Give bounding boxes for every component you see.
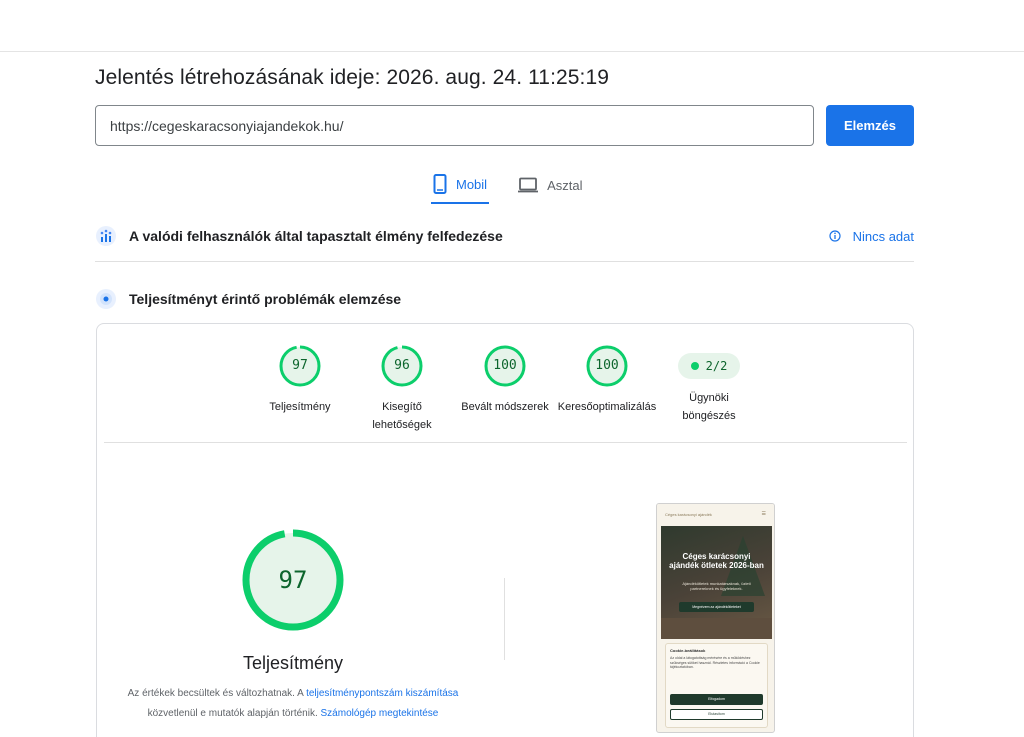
tab-desktop-label: Asztal — [547, 177, 583, 193]
screenshot-hero: Céges karácsonyi ajándék ötletek 2026-ba… — [661, 526, 772, 639]
menu-icon: ☰ — [761, 511, 766, 517]
performance-title: Teljesítmény — [242, 653, 344, 673]
score-value: 100 — [493, 358, 517, 373]
table-shape — [661, 618, 772, 639]
hero-subtitle: Ajándékötletek munkatársaknak, üzleti pa… — [682, 581, 751, 591]
users-chart-icon — [96, 226, 116, 246]
info-icon — [828, 230, 841, 242]
score-gauge: 100 — [483, 344, 527, 388]
section-divider — [95, 261, 914, 262]
top-bar — [0, 0, 1024, 52]
category-performance[interactable]: 97 Teljesítmény — [245, 344, 355, 416]
hero-button: Megnézem az ajándékötleteket — [679, 602, 754, 612]
cookie-reject-button: Elutasítom — [670, 709, 763, 720]
no-data-label: Nincs adat — [852, 228, 914, 244]
calculator-link[interactable]: Számológép megtekintése — [321, 708, 439, 719]
note-prefix: Az értékek becsültek és változhatnak. A — [127, 688, 304, 699]
tab-mobile[interactable]: Mobil — [431, 168, 490, 204]
category-label: Teljesítmény — [269, 401, 331, 413]
tab-desktop[interactable]: Asztal — [516, 168, 584, 202]
agent-score-value: 2/2 — [705, 359, 728, 373]
category-best-practices[interactable]: 100 Bevált módszerek — [450, 344, 560, 416]
field-data-title: A valódi felhasználók által tapasztalt é… — [129, 228, 503, 244]
tab-mobile-label: Mobil — [456, 176, 488, 192]
category-seo[interactable]: 100 Keresőoptimalizálás — [552, 344, 662, 416]
cookie-accept-button: Elfogadom — [670, 694, 763, 705]
score-value: 96 — [394, 358, 410, 373]
cookie-text: Az oldal a látogatottság mérésére és a m… — [670, 656, 760, 669]
url-input[interactable] — [95, 105, 814, 146]
cookie-title: Cookie-beállítások — [670, 648, 706, 653]
field-data-section: A valódi felhasználók által tapasztalt é… — [95, 221, 914, 251]
lab-diagnostics-icon — [96, 289, 116, 309]
pass-dot-icon — [690, 362, 699, 370]
cookie-banner: Cookie-beállítások Az oldal a látogatott… — [665, 643, 768, 728]
category-label: Ügynöki böngészés — [682, 392, 736, 422]
device-tabs: Mobil Asztal — [431, 168, 611, 204]
lab-data-section: Teljesítményt érintő problémák elemzése — [95, 284, 914, 314]
performance-gauge: 97 — [241, 528, 345, 632]
screenshot-site-name: Céges karácsonyi ajándék — [665, 511, 712, 517]
note-middle: közvetlenül e mutatók alapján történik. — [147, 708, 318, 719]
smartphone-icon — [433, 174, 447, 194]
score-gauge: 97 — [278, 344, 322, 388]
category-label: Keresőoptimalizálás — [557, 401, 657, 413]
agent-score-pill: 2/2 — [678, 353, 740, 379]
score-value: 100 — [595, 358, 619, 373]
category-accessibility[interactable]: 96 Kisegítő lehetőségek — [347, 344, 457, 434]
category-label: Bevált módszerek — [461, 401, 549, 413]
screenshot-header: Céges karácsonyi ajándék ☰ — [657, 504, 774, 524]
hero-title: Céges karácsonyi ajándék ötletek 2026-ba… — [669, 552, 764, 570]
vertical-divider — [504, 578, 505, 660]
score-calculation-link[interactable]: teljesítménypontszám kiszámítása — [306, 688, 458, 699]
category-label: Kisegítő lehetőségek — [372, 401, 432, 431]
performance-score: 97 — [278, 566, 308, 594]
report-timestamp: Jelentés létrehozásának ideje: 2026. aug… — [95, 66, 610, 89]
performance-footnote: Az értékek becsültek és változhatnak. A … — [110, 684, 476, 724]
card-divider — [104, 442, 907, 443]
category-agentic-browsing[interactable]: 2/2 Ügynöki böngészés — [654, 344, 764, 425]
lab-data-title: Teljesítményt érintő problémák elemzése — [129, 291, 402, 307]
laptop-icon — [518, 177, 539, 193]
score-value: 97 — [292, 358, 308, 373]
no-data-status[interactable]: Nincs adat — [828, 228, 914, 244]
score-gauge: 100 — [585, 344, 629, 388]
final-screenshot: Céges karácsonyi ajándék ☰ Céges karácso… — [656, 503, 775, 733]
analyze-button[interactable]: Elemzés — [826, 105, 914, 146]
score-gauge: 96 — [380, 344, 424, 388]
